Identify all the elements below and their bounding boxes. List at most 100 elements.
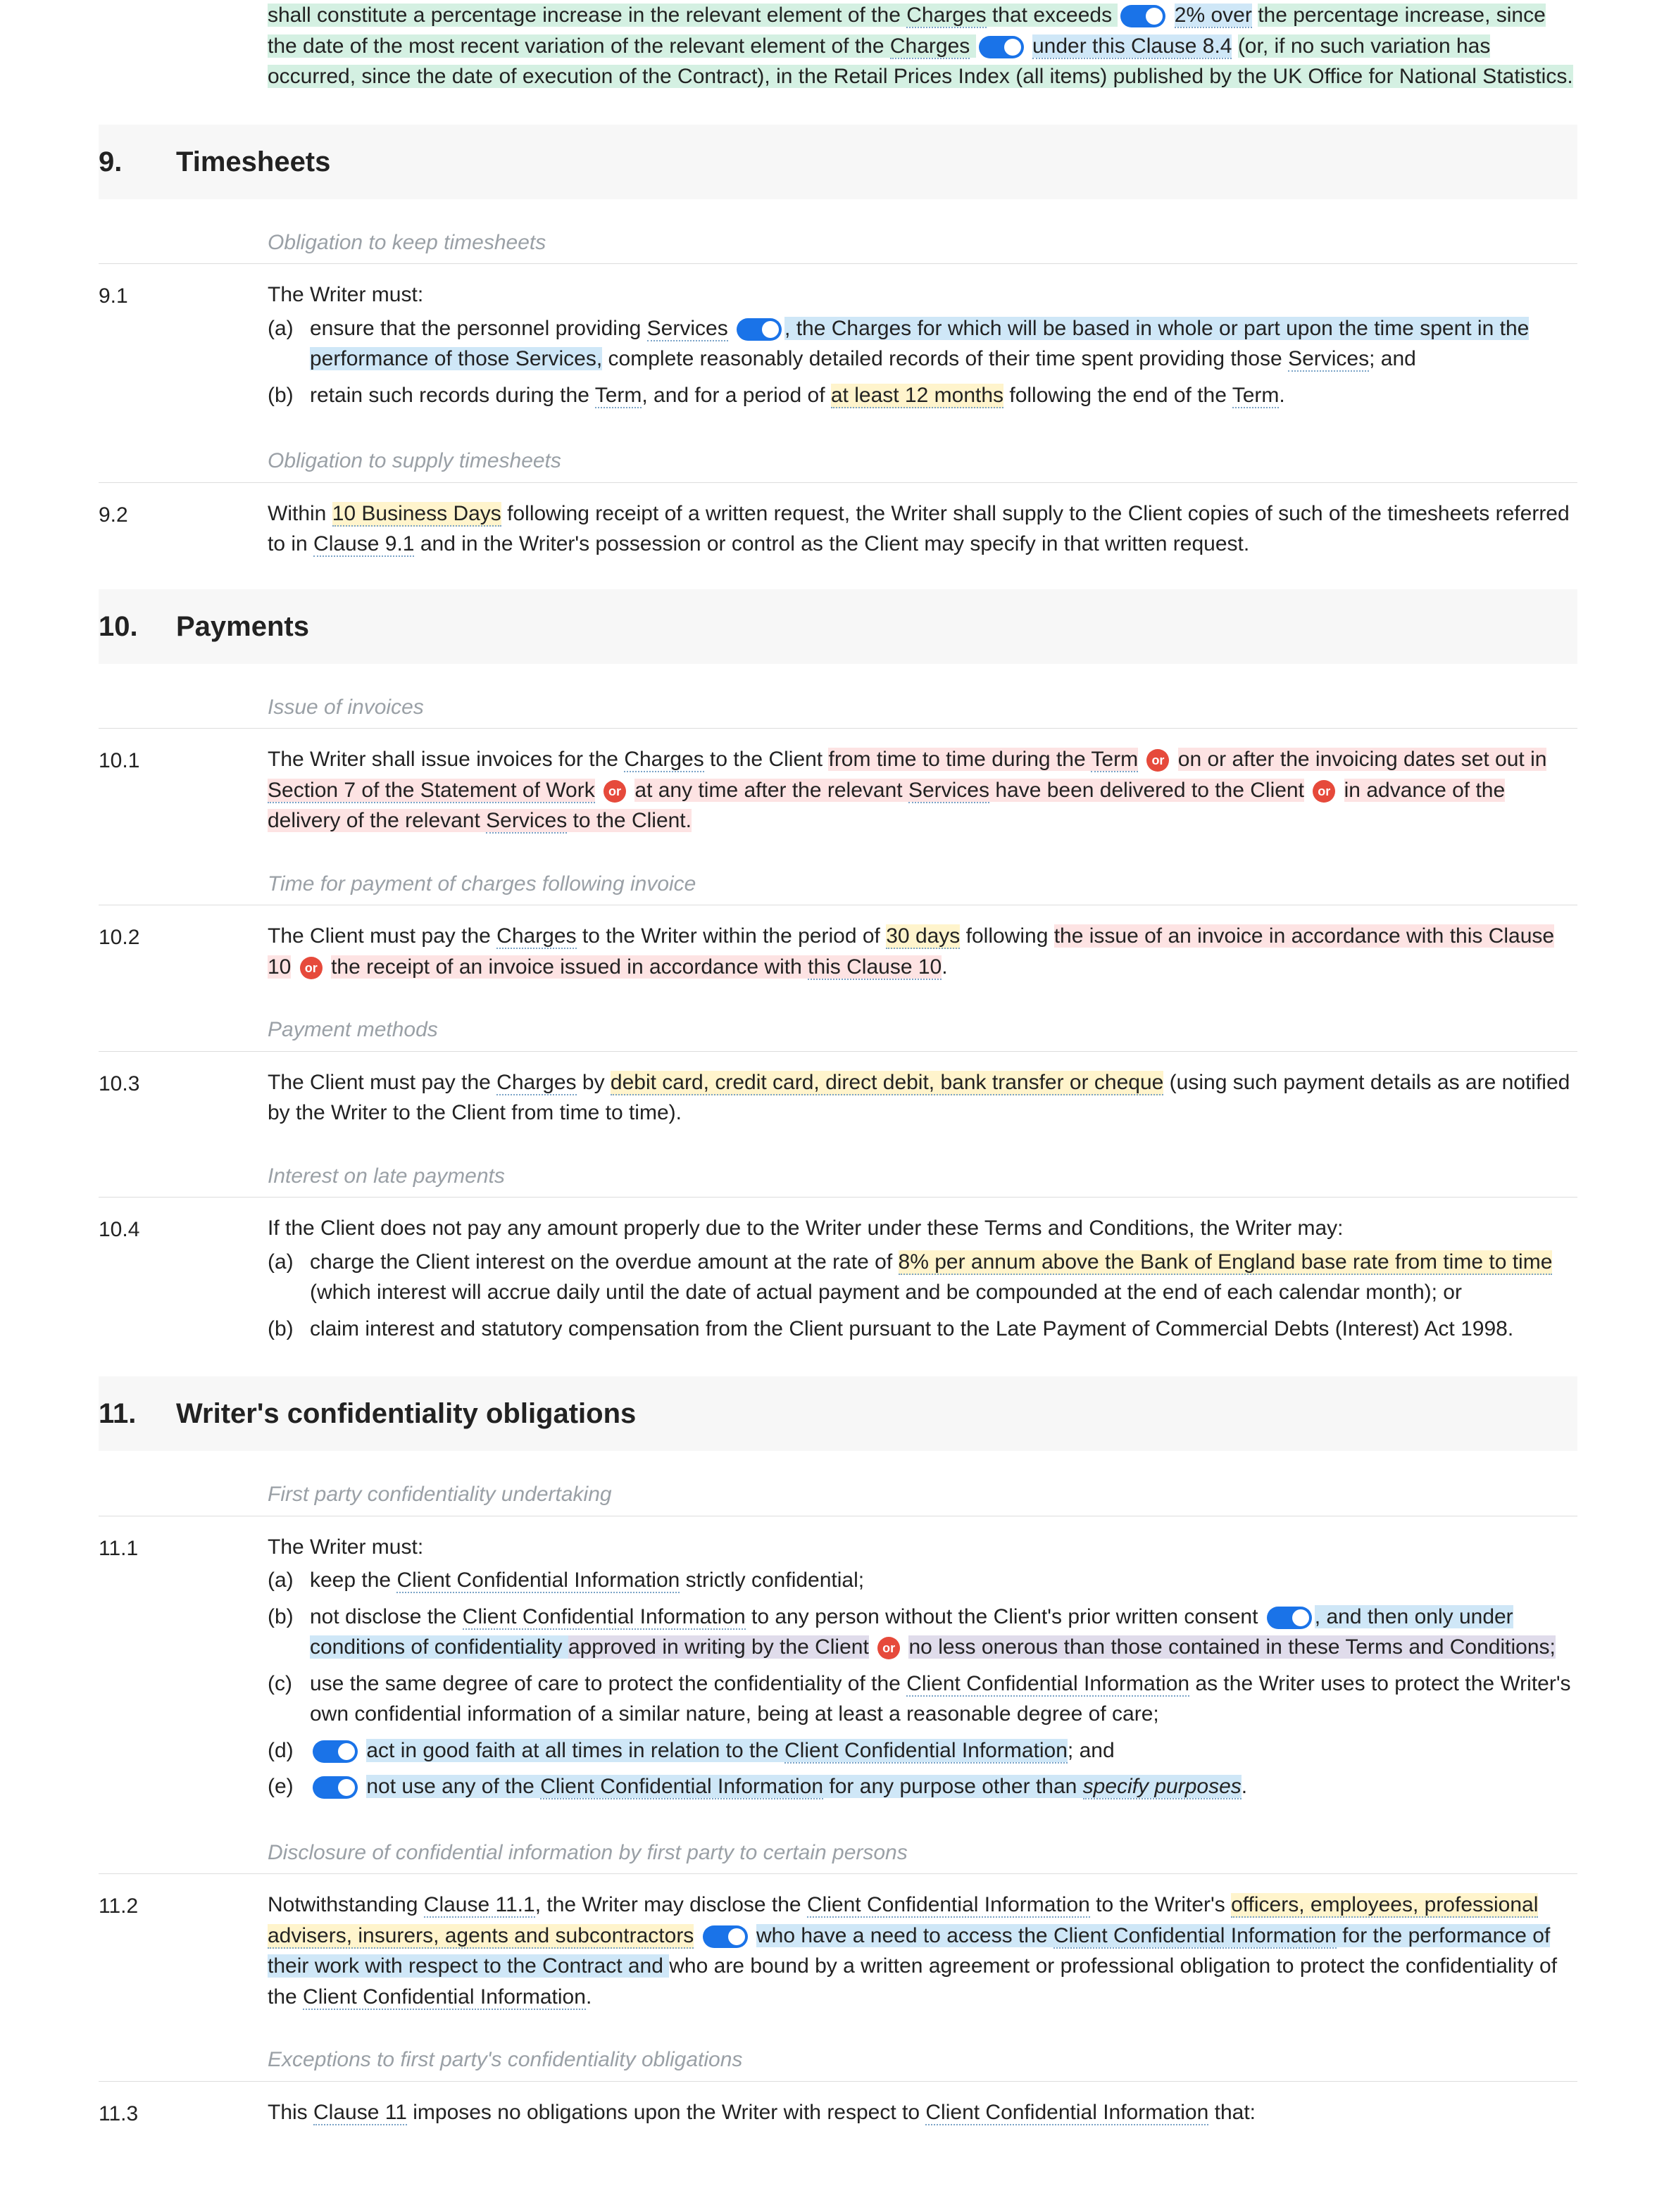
defined-term-charges[interactable]: Charges [624,748,703,772]
clause-11-2: 11.2 Notwithstanding Clause 11.1, the Wr… [99,1874,1577,2016]
defined-term-cci[interactable]: Client Confidential Information [396,1569,680,1593]
text: , and for a period of [642,384,831,407]
subsection-caption: Payment methods [99,993,1577,1052]
clause-text: Within 10 Business Days following receip… [268,498,1577,560]
sub-letter: (b) [268,1314,310,1345]
text: . [942,955,947,979]
or-separator-icon[interactable]: or [1146,749,1169,772]
text: the receipt of an invoice issued in acco… [331,955,808,979]
text: ; and [1068,1739,1115,1762]
defined-term-term[interactable]: Term [595,384,642,408]
editable-placeholder[interactable]: specify purposes [1083,1775,1242,1799]
or-separator-icon[interactable]: or [604,780,626,803]
defined-term-cci[interactable]: Client Confidential Information [463,1605,746,1630]
defined-term-cci[interactable]: Client Confidential Information [784,1739,1068,1764]
subsection-caption: Obligation to supply timesheets [99,425,1577,483]
subsection-caption: Obligation to keep timesheets [99,206,1577,265]
text: retain such records during the [310,384,595,407]
sub-text: retain such records during the Term, and… [310,380,1577,411]
sub-text: charge the Client interest on the overdu… [310,1247,1577,1308]
editable-value[interactable]: 2% over [1175,4,1252,28]
defined-term-cci[interactable]: Client Confidential Information [906,1672,1189,1697]
editable-value[interactable]: at least 12 months [831,384,1003,408]
toggle-icon[interactable] [1120,5,1165,27]
sub-text: keep the Client Confidential Information… [310,1565,1577,1596]
sub-text: not use any of the Client Confidential I… [310,1771,1577,1802]
clause-text: Notwithstanding Clause 11.1, the Writer … [268,1890,1577,2012]
text: not disclose the [310,1605,463,1628]
document-body: shall constitute a percentage increase i… [0,0,1676,2161]
text: imposes no obligations upon the Writer w… [407,2101,926,2124]
subsection-caption: Time for payment of charges following in… [99,848,1577,906]
sub-letter: (b) [268,380,310,411]
clause-ref[interactable]: Section 7 of the Statement of Work [268,779,595,803]
toggle-icon[interactable] [737,318,782,341]
text: to the Client [704,748,829,771]
clause-ref[interactable]: Clause 11 [313,2101,407,2125]
clause-ref[interactable]: under this Clause 8.4 [1032,34,1232,59]
sub-item-a: (a) ensure that the personnel providing … [268,310,1577,377]
defined-term-cci[interactable]: Client Confidential Information [303,1985,586,2010]
defined-term-cci[interactable]: Client Confidential Information [540,1775,823,1799]
sub-letter: (d) [268,1735,310,1766]
clause-ref[interactable]: Clause 11.1 [424,1893,535,1918]
sub-text: act in good faith at all times in relati… [310,1735,1577,1766]
editable-value[interactable]: 30 days [886,924,960,949]
text: . [586,1985,592,2009]
or-separator-icon[interactable]: or [877,1637,900,1659]
text: charge the Client interest on the overdu… [310,1250,899,1274]
sub-letter: (e) [268,1771,310,1802]
section-title: Writer's confidentiality obligations [176,1393,636,1434]
clause-text: This Clause 11 imposes no obligations up… [268,2097,1577,2128]
defined-term-cci[interactable]: Client Confidential Information [1053,1924,1337,1949]
editable-value[interactable]: 10 Business Days [332,502,501,527]
defined-term-services[interactable]: Services [647,317,728,341]
sub-letter: (a) [268,1565,310,1596]
clause-text: The Client must pay the Charges to the W… [268,921,1577,982]
editable-value[interactable]: debit card, credit card, direct debit, b… [611,1071,1163,1095]
defined-term-charges[interactable]: Charges [890,34,970,59]
defined-term-charges[interactable]: Charges [906,4,986,28]
defined-term-services[interactable]: Services [1288,347,1369,372]
section-11-heading: 11. Writer's confidentiality obligations [99,1376,1577,1451]
sub-text: not disclose the Client Confidential Inf… [310,1602,1577,1663]
text: strictly confidential; [680,1569,864,1592]
or-separator-icon[interactable]: or [1313,780,1335,803]
defined-term-term[interactable]: Term [1232,384,1280,408]
toggle-icon[interactable] [979,36,1024,58]
clause-lead: If the Client does not pay any amount pr… [268,1213,1577,1244]
toggle-icon[interactable] [703,1925,748,1948]
clause-text: The Writer shall issue invoices for the … [268,744,1577,836]
text: use the same degree of care to protect t… [310,1672,906,1695]
text: not use any of the [366,1775,540,1798]
clause-lead: The Writer must: [268,1532,1577,1563]
clause-ref[interactable]: Clause 9.1 [313,532,414,557]
defined-term-charges[interactable]: Charges [496,924,576,949]
defined-term-cci[interactable]: Client Confidential Information [925,2101,1208,2125]
text: ensure that the personnel providing [310,317,647,340]
clause-10-2: 10.2 The Client must pay the Charges to … [99,905,1577,986]
sub-text: ensure that the personnel providing Serv… [310,313,1577,375]
defined-term-charges[interactable]: Charges [496,1071,576,1095]
sub-item-d: (d) act in good faith at all times in re… [268,1733,1577,1769]
toggle-icon[interactable] [313,1740,358,1763]
text: following the end of the [1003,384,1232,407]
text: that: [1208,2101,1256,2124]
subsection-caption: First party confidentiality undertaking [99,1458,1577,1516]
text: to the Writer within the period of [577,924,887,948]
toggle-icon[interactable] [1267,1607,1312,1629]
text: This [268,2101,313,2124]
or-separator-icon[interactable]: or [300,957,323,979]
toggle-icon[interactable] [313,1776,358,1799]
defined-term-cci[interactable]: Client Confidential Information [807,1893,1090,1918]
clause-ref[interactable]: this Clause 10 [808,955,942,980]
text: approved in writing by the Client [568,1635,869,1659]
defined-term-term[interactable]: Term [1091,748,1138,772]
subsection-caption: Issue of invoices [99,671,1577,729]
editable-value[interactable]: 8% per annum above the Bank of England b… [899,1250,1553,1275]
text: to any person without the Client's prior… [746,1605,1258,1628]
defined-term-services[interactable]: Services [486,809,567,834]
text: shall constitute a percentage increase i… [268,4,1118,27]
subsection-caption: Interest on late payments [99,1140,1577,1198]
defined-term-services[interactable]: Services [908,779,989,803]
